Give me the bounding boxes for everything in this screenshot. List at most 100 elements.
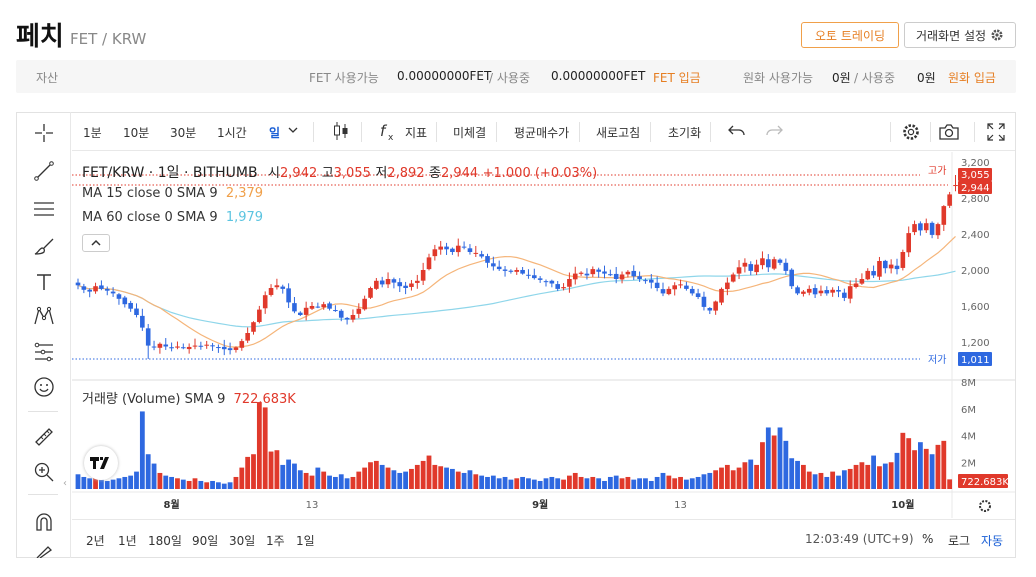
candle-body <box>543 281 549 283</box>
interval-1m[interactable]: 1분 <box>83 124 102 141</box>
fet-available-value: 0.00000000FET <box>397 69 492 83</box>
indicator-fx-icon[interactable]: fx <box>379 121 399 146</box>
candle-body <box>654 282 660 288</box>
ma60-value: 1,979 <box>225 210 264 225</box>
volume-bar <box>812 474 818 489</box>
volume-bar <box>455 471 461 489</box>
volume-bar <box>485 476 490 489</box>
price-chart[interactable]: 3,200 2,800 2,400 2,000 1,600 1,200 8M 6M 4M 2M 8월… <box>72 152 1015 518</box>
volume-bar <box>567 475 572 489</box>
volume-bar <box>274 450 280 489</box>
interval-10m[interactable]: 10분 <box>123 124 149 141</box>
volume-bar <box>186 480 192 489</box>
auto-scale-button[interactable]: 자동 <box>981 532 1003 549</box>
chevron-down-icon[interactable] <box>287 123 299 140</box>
range-1y[interactable]: 1년 <box>118 532 137 549</box>
percent-scale-button[interactable]: % <box>922 532 933 546</box>
range-30d[interactable]: 30일 <box>229 532 255 549</box>
fet-deposit-link[interactable]: FET 입금 <box>653 69 701 86</box>
text-icon[interactable] <box>31 269 57 295</box>
crosshair-icon[interactable] <box>31 120 57 146</box>
candle-body <box>660 289 666 294</box>
trendline-icon[interactable] <box>31 158 57 184</box>
ruler-icon[interactable] <box>31 424 57 450</box>
volume-label: 거래량 (Volume) SMA 9 <box>82 392 226 407</box>
volume-bar <box>461 472 467 489</box>
toolbar-divider <box>436 122 437 142</box>
volume-bar <box>508 479 514 489</box>
trading-settings-button[interactable]: 거래화면 설정 <box>904 22 1016 48</box>
legend-collapse-button[interactable] <box>82 234 110 252</box>
volume-bar <box>941 440 947 489</box>
candle-body <box>935 224 941 236</box>
unfilled-button[interactable]: 미체결 <box>453 124 486 141</box>
volume-bar <box>947 479 953 489</box>
candle-body <box>461 246 467 248</box>
volume-bar <box>607 476 613 489</box>
pencil-icon[interactable] <box>31 542 57 558</box>
fib-icon[interactable] <box>31 339 57 365</box>
volume-bar <box>256 402 262 489</box>
scroll-left-icon[interactable]: ‹ <box>63 478 73 494</box>
range-2y[interactable]: 2년 <box>86 532 105 549</box>
candle-body <box>865 270 871 280</box>
volume-bar <box>397 472 403 489</box>
candle-body <box>210 345 215 347</box>
volume-bar <box>526 478 531 489</box>
candle-body <box>496 266 502 270</box>
range-1w[interactable]: 1주 <box>266 532 285 549</box>
interval-1h[interactable]: 1시간 <box>217 124 247 141</box>
auto-trading-button[interactable]: 오토 트레이딩 <box>801 22 899 48</box>
asset-bar: 자산 FET 사용가능 0.00000000FET / 사용중 0.000000… <box>16 60 1016 93</box>
indicators-button[interactable]: 지표 <box>405 124 427 141</box>
ma15-line <box>77 235 956 348</box>
candle-body <box>666 288 672 295</box>
range-1d[interactable]: 1일 <box>296 532 315 549</box>
undo-icon[interactable] <box>728 123 746 142</box>
chevron-up-icon <box>91 239 101 246</box>
camera-icon[interactable] <box>938 122 960 145</box>
emoji-icon[interactable] <box>31 374 57 400</box>
range-90d[interactable]: 90일 <box>192 532 218 549</box>
volume-bar <box>689 478 695 489</box>
candle-body <box>221 346 227 350</box>
candle-body <box>122 297 128 305</box>
candle-body <box>684 285 689 289</box>
range-180d[interactable]: 180일 <box>148 532 182 549</box>
trading-settings-label: 거래화면 설정 <box>915 28 987 43</box>
settings-gear-icon[interactable] <box>901 122 921 145</box>
avg-price-button[interactable]: 평균매수가 <box>514 124 569 141</box>
volume-bar <box>75 474 81 489</box>
candle-body <box>602 271 607 274</box>
interval-1d[interactable]: 일 <box>269 124 280 141</box>
candle-body <box>853 283 859 288</box>
zoom-in-icon[interactable] <box>31 459 57 485</box>
interval-30m[interactable]: 30분 <box>170 124 196 141</box>
volume-bar <box>520 476 525 489</box>
candle-body <box>163 344 169 347</box>
brush-icon[interactable] <box>31 233 57 259</box>
candle-type-icon[interactable] <box>332 121 350 144</box>
redo-icon[interactable] <box>765 123 783 142</box>
candle-body <box>719 288 724 303</box>
krw-deposit-link[interactable]: 원화 입금 <box>948 69 996 86</box>
legend-volume: 거래량 (Volume) SMA 9 722.683K <box>82 388 296 407</box>
parallel-lines-icon[interactable] <box>31 196 57 222</box>
candle-body <box>888 264 894 269</box>
pattern-icon[interactable] <box>31 303 57 329</box>
candle-body <box>590 269 596 275</box>
candle-body <box>637 276 642 279</box>
refresh-button[interactable]: 새로고침 <box>596 124 640 141</box>
volume-bar <box>596 478 602 489</box>
log-scale-button[interactable]: 로그 <box>948 532 970 549</box>
candle-body <box>368 288 373 298</box>
candle-body <box>795 287 800 294</box>
volume-bar <box>292 463 297 489</box>
volume-bar <box>818 472 824 489</box>
volume-bar <box>227 482 233 489</box>
candle-body <box>672 285 677 290</box>
candle-body <box>280 286 286 289</box>
fullscreen-icon[interactable] <box>987 123 1005 144</box>
magnet-icon[interactable] <box>31 509 57 535</box>
reset-button[interactable]: 초기화 <box>668 124 701 141</box>
